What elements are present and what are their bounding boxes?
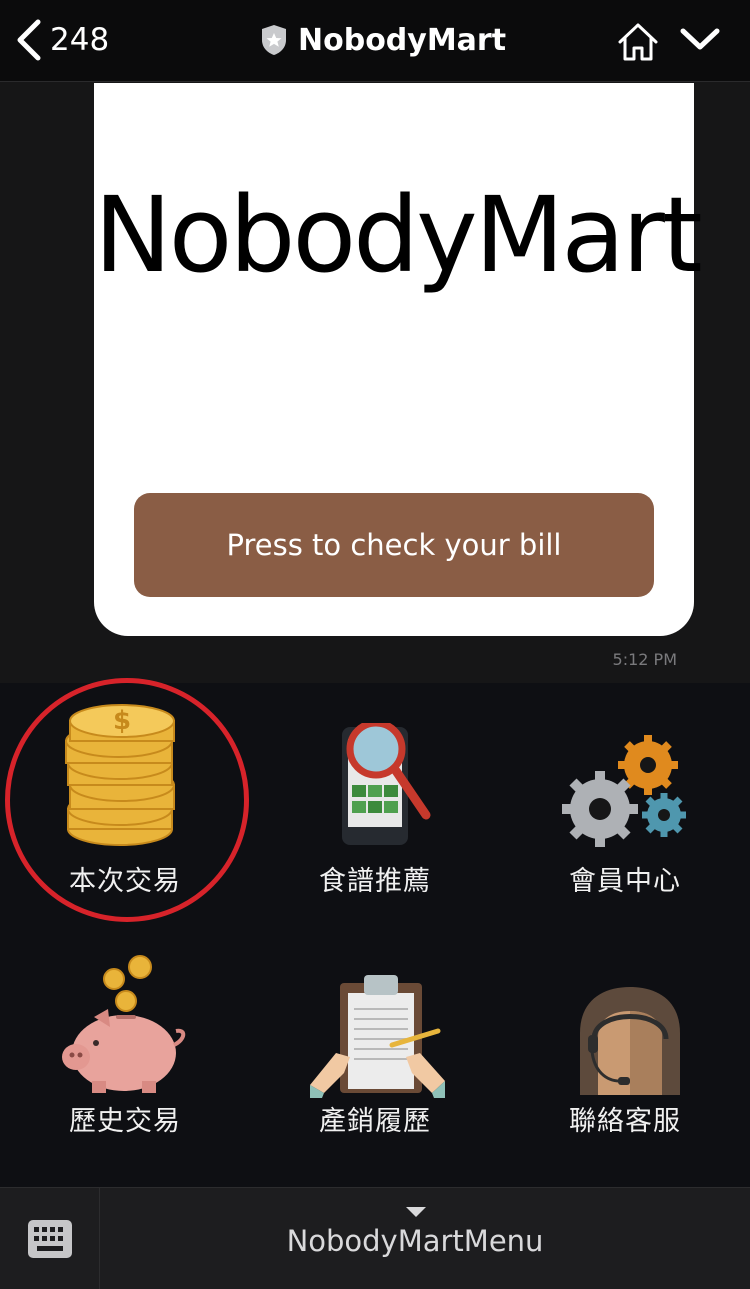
gears-icon	[562, 735, 686, 847]
unread-count: 248	[50, 22, 110, 58]
rich-menu-toggle[interactable]: NobodyMartMenu	[100, 1188, 750, 1289]
clipboard-icon	[310, 975, 445, 1098]
back-button[interactable]: 248	[14, 16, 109, 64]
title-text: NobodyMart	[298, 22, 507, 58]
highlight-circle	[5, 678, 249, 922]
chevron-left-icon	[17, 19, 41, 61]
menu-item-current-transaction[interactable]: $ 本次交易	[0, 678, 250, 923]
verified-shield-icon	[262, 25, 286, 55]
check-bill-button[interactable]: Press to check your bill	[134, 493, 654, 597]
menu-item-recipes[interactable]: 食譜推薦	[250, 683, 500, 923]
brand-logo: NobodyMart	[94, 174, 703, 296]
keyboard-toggle-button[interactable]	[0, 1188, 100, 1289]
menu-label: 聯絡客服	[569, 1106, 681, 1137]
caret-down-icon	[406, 1207, 426, 1217]
menu-label: 食譜推薦	[319, 866, 431, 897]
top-bar: 248 NobodyMart	[0, 0, 750, 82]
chevron-down-icon[interactable]	[680, 22, 720, 58]
menu-label: 產銷履歷	[319, 1106, 431, 1137]
chat-area: NobodyMart Press to check your bill 5:12…	[0, 83, 750, 683]
menu-item-traceability[interactable]: 產銷履歷	[250, 935, 500, 1175]
home-icon[interactable]	[616, 20, 660, 64]
rich-menu-name: NobodyMartMenu	[286, 1224, 544, 1258]
chat-title: NobodyMart	[260, 18, 506, 62]
menu-item-history[interactable]: 歷史交易	[0, 935, 250, 1175]
rich-menu: $ 本次交易 食譜推薦 會員中心 歷史交易 產銷履歷 聯絡客服	[0, 678, 750, 1187]
support-agent-icon	[580, 987, 680, 1095]
menu-item-customer-service[interactable]: 聯絡客服	[500, 935, 750, 1175]
keyboard-icon	[27, 1220, 72, 1258]
message-card: NobodyMart Press to check your bill	[94, 83, 703, 636]
menu-item-member-center[interactable]: 會員中心	[500, 683, 750, 923]
menu-label: 會員中心	[569, 866, 681, 897]
phone-magnifier-icon	[342, 723, 431, 845]
message-timestamp: 5:12 PM	[612, 650, 677, 669]
menu-label: 歷史交易	[69, 1106, 181, 1137]
piggy-bank-icon	[62, 955, 186, 1093]
bottom-bar: NobodyMartMenu	[0, 1187, 750, 1289]
